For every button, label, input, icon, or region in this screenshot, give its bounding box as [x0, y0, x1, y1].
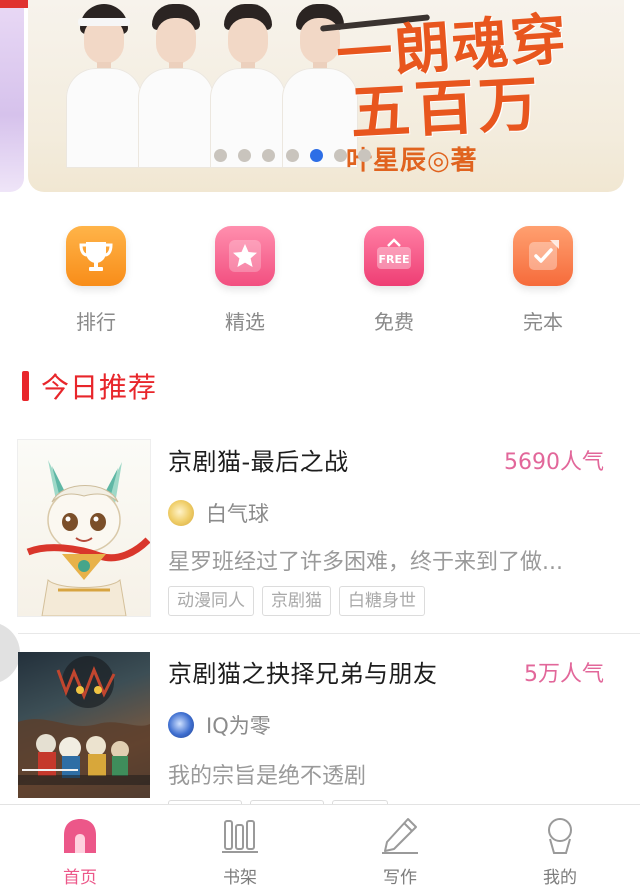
quick-nav-label: 完本: [523, 310, 563, 334]
banner-title-art: 一朗魂穿 五百万: [319, 2, 620, 149]
profile-icon: [540, 815, 580, 855]
banner-carousel[interactable]: 一朗魂穿 五百万 叶星辰◎著: [0, 0, 640, 210]
tab-profile[interactable]: 我的: [520, 805, 600, 887]
svg-text:FREE: FREE: [378, 253, 409, 266]
carousel-indicator: [214, 149, 371, 162]
carousel-dot[interactable]: [238, 149, 251, 162]
quick-nav-label: 免费: [374, 310, 414, 334]
author-avatar: [168, 500, 194, 526]
carousel-dot[interactable]: [262, 149, 275, 162]
banner-slide[interactable]: 一朗魂穿 五百万: [28, 0, 624, 192]
book-tags: 动漫同人 京剧猫 白糖身世: [168, 586, 425, 616]
quick-nav-ranking[interactable]: 排行: [51, 226, 141, 335]
trophy-icon: [66, 226, 126, 286]
book-cover[interactable]: [18, 440, 150, 616]
book-title[interactable]: 京剧猫之抉择兄弟与朋友: [168, 654, 438, 689]
section-accent-bar: [22, 371, 29, 401]
book-tag[interactable]: 京剧猫: [262, 586, 331, 616]
tab-write[interactable]: 写作: [360, 805, 440, 887]
home-icon: [60, 815, 100, 855]
book-popularity: 5万人气: [524, 662, 604, 687]
book-cover[interactable]: [18, 652, 150, 798]
quick-nav-label: 排行: [76, 310, 116, 334]
carousel-dot[interactable]: [334, 149, 347, 162]
author-avatar: [168, 712, 194, 738]
carousel-dot[interactable]: [286, 149, 299, 162]
author-name: 白气球: [206, 502, 269, 526]
section-header-today: 今日推荐: [22, 366, 157, 406]
book-tag[interactable]: 动漫同人: [168, 586, 254, 616]
book-tag[interactable]: 白糖身世: [339, 586, 425, 616]
quick-nav-featured[interactable]: 精选: [200, 226, 290, 335]
book-popularity: 5690人气: [504, 450, 604, 475]
book-author[interactable]: 白气球: [168, 498, 269, 528]
tab-label: 书架: [223, 868, 257, 887]
quick-nav: 排行 精选 FREE 免费 完本: [0, 226, 640, 338]
bookshelf-icon: [220, 815, 260, 855]
tab-label: 我的: [543, 868, 577, 887]
free-tag-icon: FREE: [364, 226, 424, 286]
star-icon: [215, 226, 275, 286]
book-description: 星罗班经过了许多困难，终于来到了做...: [168, 550, 563, 575]
book-title[interactable]: 京剧猫-最后之战: [168, 442, 349, 477]
banner-prev-slide-peek[interactable]: [0, 0, 30, 192]
pen-icon: [380, 815, 420, 855]
quick-nav-completed[interactable]: 完本: [498, 226, 588, 335]
banner-title-line2: 五百万: [348, 69, 544, 149]
check-note-icon: [513, 226, 573, 286]
carousel-dot[interactable]: [214, 149, 227, 162]
quick-nav-label: 精选: [225, 310, 265, 334]
tab-label: 写作: [383, 868, 417, 887]
carousel-dot[interactable]: [358, 149, 371, 162]
bottom-tab-bar: 首页 书架 写作 我的: [0, 804, 640, 887]
tab-bookshelf[interactable]: 书架: [200, 805, 280, 887]
book-author[interactable]: IQ为零: [168, 710, 271, 740]
book-description: 我的宗旨是绝不透剧: [168, 764, 367, 789]
author-name: IQ为零: [206, 714, 271, 738]
book-list-item[interactable]: 京剧猫-最后之战 5690人气 白气球 星罗班经过了许多困难，终于来到了做...…: [0, 440, 640, 640]
tab-home[interactable]: 首页: [40, 805, 120, 887]
quick-nav-free[interactable]: FREE 免费: [349, 226, 439, 335]
section-title: 今日推荐: [41, 371, 158, 404]
carousel-dot[interactable]: [310, 149, 323, 162]
tab-label: 首页: [63, 868, 97, 887]
list-divider: [18, 633, 640, 634]
